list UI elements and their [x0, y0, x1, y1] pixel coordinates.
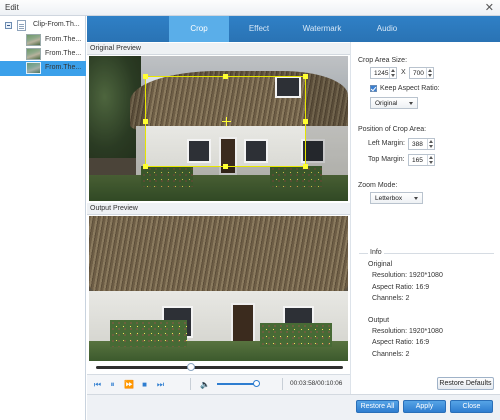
- output-preview: [89, 216, 348, 361]
- window-title: Edit: [5, 3, 19, 12]
- crop-area-size-label: Crop Area Size:: [358, 57, 408, 64]
- timecode: 00:03:58/00:10:06: [290, 380, 343, 387]
- collapse-icon[interactable]: [5, 22, 12, 29]
- zoom-mode-select[interactable]: Letterbox: [370, 192, 423, 204]
- list-item-label: From.The...: [45, 64, 82, 71]
- original-info-heading: Original: [368, 261, 393, 268]
- chevron-down-icon: [409, 102, 413, 105]
- close-icon[interactable]: ✕: [485, 1, 494, 14]
- list-item-label: From.The...: [45, 50, 82, 57]
- list-item-label: Clip-From.Th...: [33, 21, 80, 28]
- restore-all-button[interactable]: Restore All: [356, 400, 399, 413]
- zoom-mode-label: Zoom Mode:: [358, 182, 398, 189]
- original-preview-label: Original Preview: [90, 45, 141, 52]
- stop-icon[interactable]: ■: [140, 380, 149, 389]
- keep-aspect-label: Keep Aspect Ratio:: [380, 85, 440, 92]
- output-video-frame: [89, 216, 348, 361]
- video-thumbnail-icon: [26, 34, 41, 46]
- output-channels: Channels: 2: [372, 351, 410, 358]
- seek-handle[interactable]: [187, 363, 195, 371]
- aspect-ratio-select[interactable]: Original: [370, 97, 418, 109]
- video-thumbnail-icon: [26, 48, 41, 60]
- title-bar: Edit ✕: [0, 0, 500, 16]
- original-preview-header: Original Preview: [87, 43, 350, 55]
- left-margin-label: Left Margin:: [368, 140, 405, 147]
- crop-handle[interactable]: [143, 74, 148, 79]
- tab-watermark[interactable]: Watermark: [292, 16, 352, 42]
- restore-defaults-button[interactable]: Restore Defaults: [437, 377, 494, 390]
- clip-list-panel: Clip-From.Th... From.The... From.The... …: [0, 16, 86, 420]
- chevron-down-icon: [414, 197, 418, 200]
- crop-handle[interactable]: [223, 74, 228, 79]
- info-heading: Info: [368, 249, 384, 256]
- original-channels: Channels: 2: [372, 295, 410, 302]
- pause-icon[interactable]: ⏸: [108, 380, 117, 389]
- original-aspect-ratio: Aspect Ratio: 16:9: [372, 284, 430, 291]
- top-margin-stepper[interactable]: 165: [408, 154, 435, 166]
- original-resolution: Resolution: 1920*1080: [372, 272, 443, 279]
- crop-height-stepper[interactable]: 700: [409, 67, 434, 79]
- original-preview[interactable]: [89, 56, 348, 201]
- size-separator: X: [401, 69, 406, 76]
- tab-crop[interactable]: Crop: [169, 16, 229, 42]
- fast-forward-icon[interactable]: ⏩: [124, 380, 134, 389]
- crop-handle[interactable]: [303, 74, 308, 79]
- output-preview-label: Output Preview: [90, 205, 138, 212]
- list-item-label: From.The...: [45, 36, 82, 43]
- keep-aspect-checkbox[interactable]: [370, 85, 377, 92]
- crop-width-stepper[interactable]: 1245: [370, 67, 397, 79]
- tab-audio[interactable]: Audio: [357, 16, 417, 42]
- crop-handle[interactable]: [143, 164, 148, 169]
- list-item-selected[interactable]: From.The...: [0, 61, 86, 76]
- list-item[interactable]: From.The...: [0, 33, 86, 48]
- output-preview-header: Output Preview: [87, 203, 350, 215]
- apply-button[interactable]: Apply: [403, 400, 446, 413]
- skip-start-icon[interactable]: ⏮: [93, 380, 102, 389]
- output-info-heading: Output: [368, 317, 390, 324]
- crop-handle[interactable]: [303, 119, 308, 124]
- crop-handle[interactable]: [303, 164, 308, 169]
- output-aspect-ratio: Aspect Ratio: 16:9: [372, 339, 430, 346]
- crop-handle[interactable]: [223, 164, 228, 169]
- crop-position-label: Position of Crop Area:: [358, 126, 427, 133]
- top-margin-label: Top Margin:: [368, 156, 405, 163]
- document-icon: [17, 20, 26, 31]
- list-item[interactable]: Clip-From.Th...: [0, 18, 86, 33]
- left-margin-stepper[interactable]: 388: [408, 138, 435, 150]
- tab-effect[interactable]: Effect: [229, 16, 289, 42]
- volume-icon[interactable]: 🔈: [200, 380, 210, 389]
- list-item[interactable]: From.The...: [0, 47, 86, 62]
- close-button[interactable]: Close: [450, 400, 493, 413]
- video-thumbnail-icon: [26, 62, 41, 74]
- output-resolution: Resolution: 1920*1080: [372, 328, 443, 335]
- seek-bar[interactable]: [96, 366, 343, 369]
- skip-end-icon[interactable]: ⏭: [156, 380, 165, 389]
- volume-handle[interactable]: [253, 380, 260, 387]
- crop-handle[interactable]: [143, 119, 148, 124]
- tab-bar: Crop Effect Watermark Audio: [87, 16, 500, 42]
